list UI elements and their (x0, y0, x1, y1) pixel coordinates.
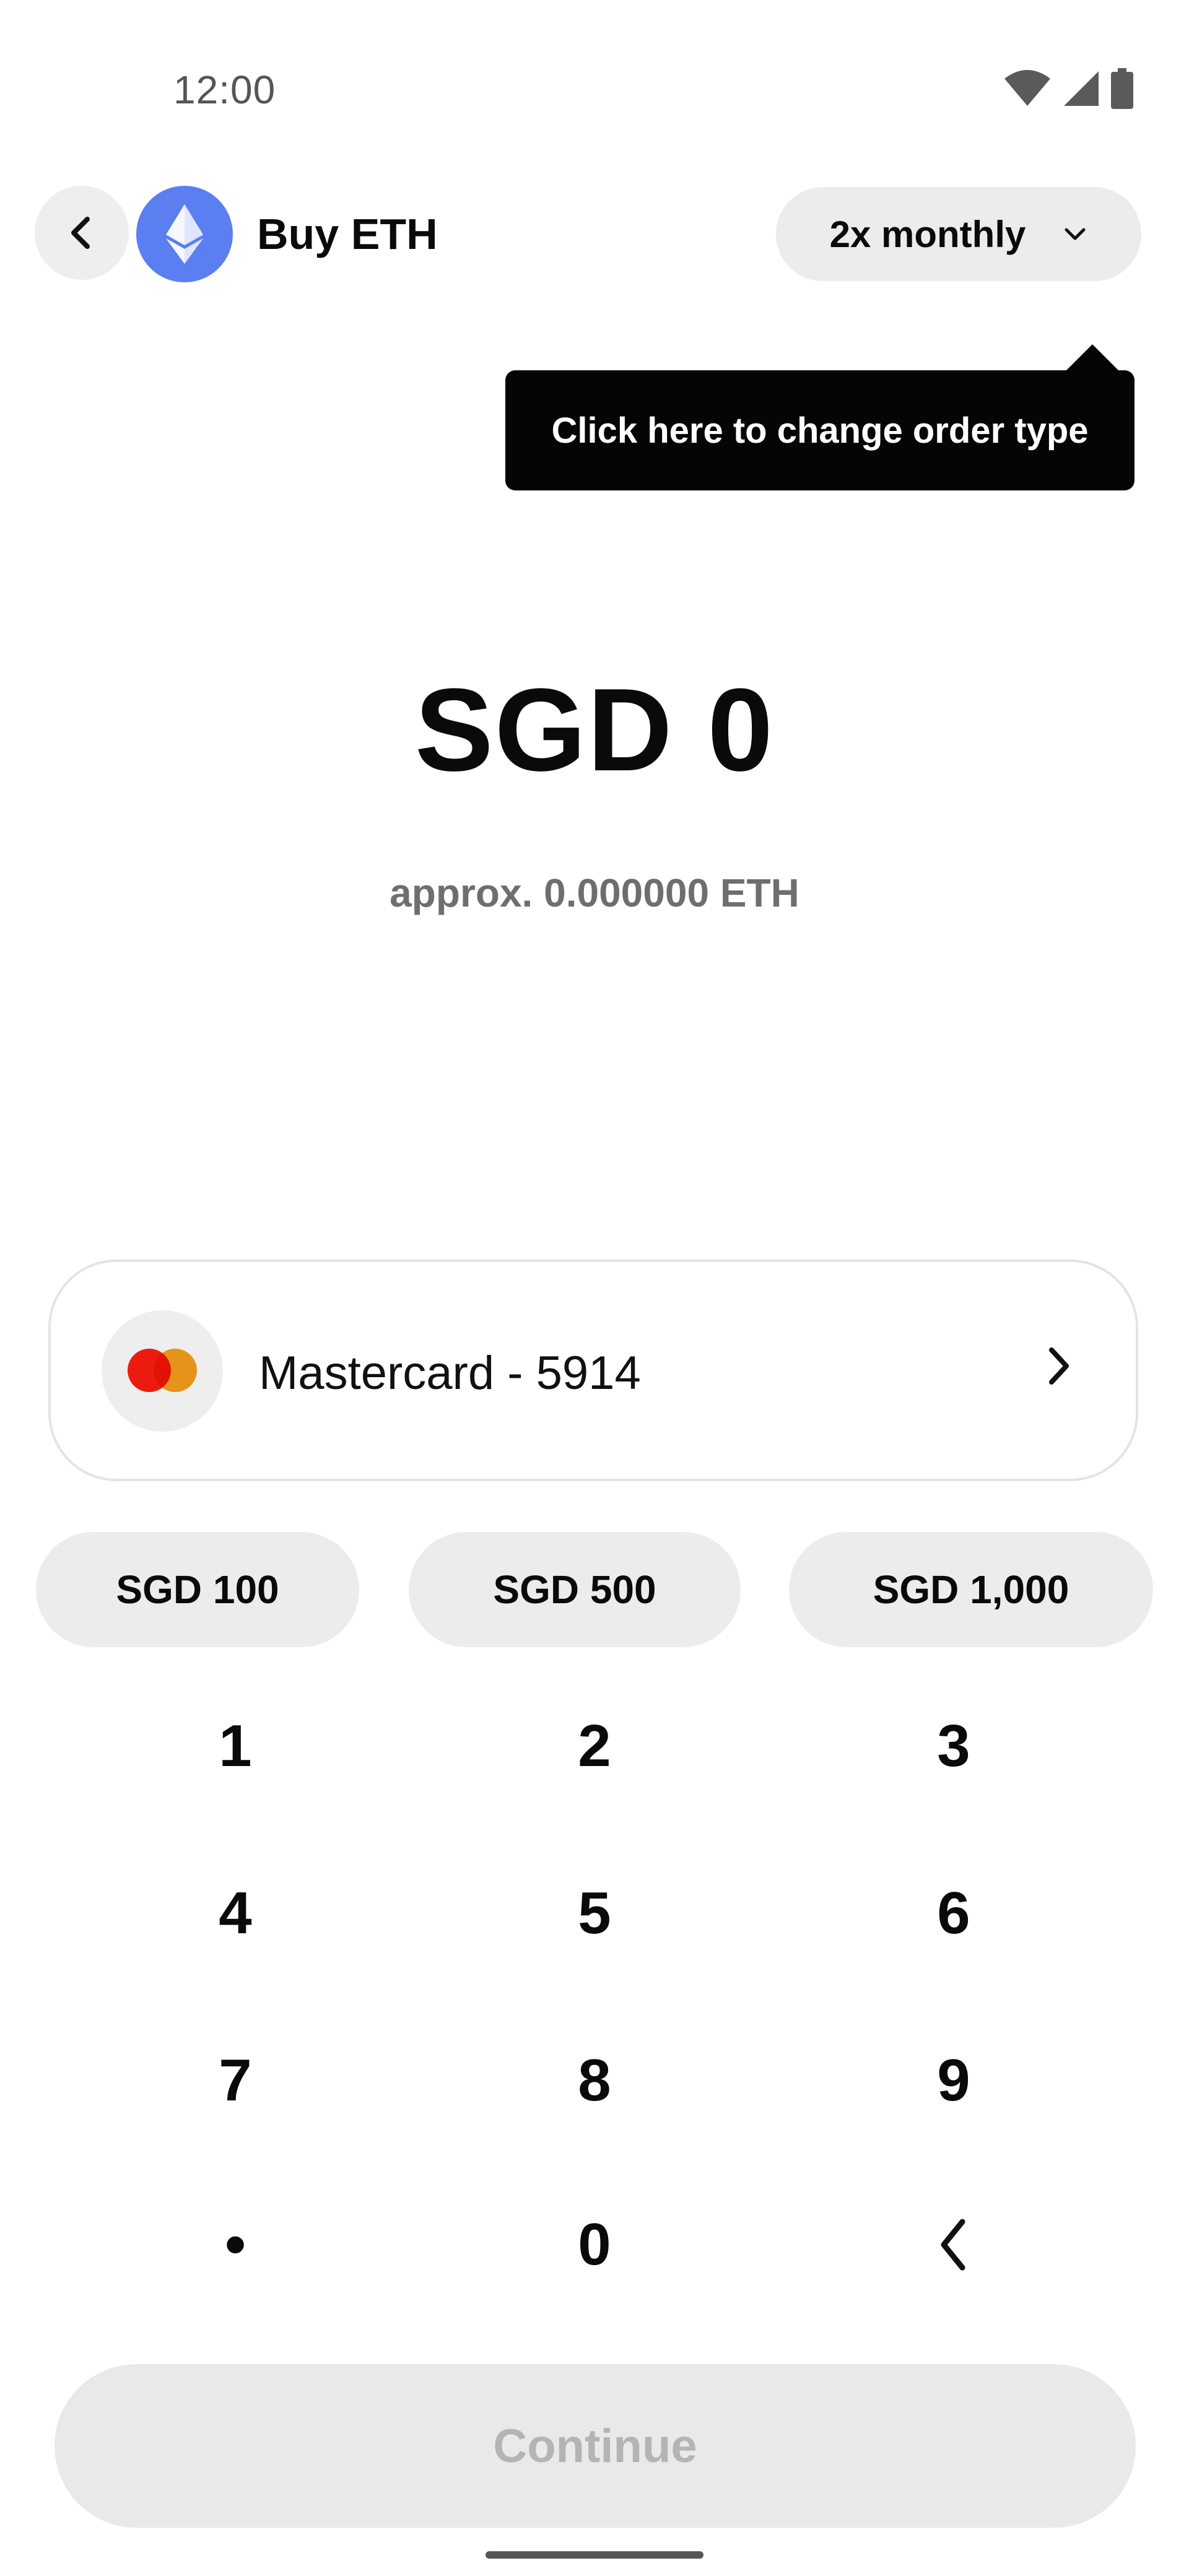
cell-signal-icon (1064, 71, 1099, 106)
order-type-dropdown[interactable]: 2x monthly (776, 187, 1141, 281)
status-icons (1003, 68, 1133, 109)
key-0[interactable]: 0 (471, 2170, 718, 2319)
continue-button[interactable]: Continue (54, 2364, 1136, 2528)
status-time: 12:00 (173, 67, 276, 112)
back-button[interactable] (35, 186, 129, 280)
key-6[interactable]: 6 (830, 1839, 1078, 1988)
mastercard-icon-container (102, 1310, 223, 1432)
key-5[interactable]: 5 (471, 1839, 718, 1988)
chevron-down-icon (1065, 228, 1086, 240)
key-decimal[interactable]: • (111, 2170, 359, 2319)
mastercard-orange-circle (154, 1349, 197, 1392)
battery-icon (1111, 68, 1133, 109)
quick-amount-500[interactable]: SGD 500 (409, 1532, 741, 1647)
key-3[interactable]: 3 (830, 1672, 1078, 1821)
amount-display: SGD 0 (414, 664, 775, 796)
payment-method-selector[interactable]: Mastercard - 5914 (48, 1260, 1138, 1481)
home-indicator[interactable] (486, 2551, 703, 2559)
quick-amount-1000[interactable]: SGD 1,000 (789, 1532, 1153, 1647)
ethereum-icon (166, 204, 203, 264)
wifi-icon (1004, 70, 1050, 106)
ethereum-logo (136, 186, 233, 282)
tooltip-text: Click here to change order type (551, 410, 1089, 451)
quick-amount-100[interactable]: SGD 100 (36, 1532, 359, 1647)
key-1[interactable]: 1 (111, 1672, 359, 1821)
key-4[interactable]: 4 (111, 1839, 359, 1988)
backspace-chevron-icon (941, 2219, 965, 2271)
key-7[interactable]: 7 (111, 2006, 359, 2155)
tooltip-arrow (1065, 344, 1120, 372)
key-8[interactable]: 8 (471, 2006, 718, 2155)
payment-method-label: Mastercard - 5914 (259, 1347, 641, 1399)
approx-crypto-amount: approx. 0.000000 ETH (390, 871, 799, 915)
chevron-right-icon (1043, 1344, 1074, 1391)
key-2[interactable]: 2 (471, 1672, 718, 1821)
order-type-tooltip: Click here to change order type (505, 370, 1135, 490)
page-title: Buy ETH (257, 210, 438, 258)
key-backspace[interactable] (830, 2170, 1078, 2319)
chevron-left-icon (71, 217, 90, 249)
key-9[interactable]: 9 (830, 2006, 1078, 2155)
order-type-label: 2x monthly (829, 213, 1026, 255)
